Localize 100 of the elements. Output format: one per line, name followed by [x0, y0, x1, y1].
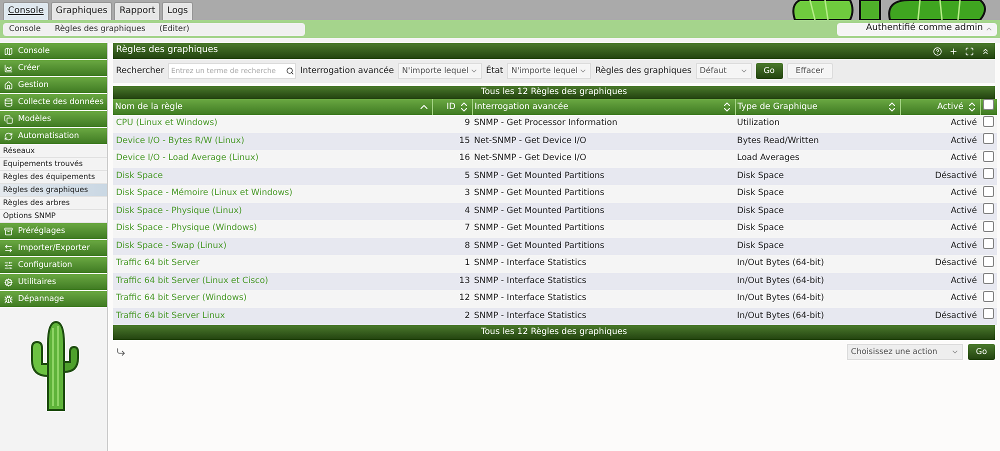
- row-checkbox[interactable]: [983, 150, 994, 162]
- row-checkbox[interactable]: [983, 290, 994, 302]
- sidebar-section[interactable]: Préréglages: [0, 223, 107, 239]
- top-tab[interactable]: Rapport: [114, 2, 160, 20]
- panel-title: Règles des graphiques: [116, 44, 218, 58]
- top-tab[interactable]: Logs: [162, 2, 193, 20]
- sidebar-section[interactable]: Modèles: [0, 111, 107, 127]
- rules-label: Règles des graphiques: [595, 64, 692, 78]
- rule-link[interactable]: Disk Space - Physique (Windows): [116, 223, 257, 234]
- rule-link[interactable]: Traffic 64 bit Server Linux: [116, 310, 226, 321]
- query-label: Interrogation avancée: [300, 64, 394, 78]
- sidebar-section[interactable]: Créer: [0, 60, 107, 76]
- table-cell: 16: [459, 153, 470, 164]
- row-checkbox[interactable]: [983, 186, 994, 197]
- table-cell: In/Out Bytes (64-bit): [737, 293, 824, 304]
- table-cell: Bytes Read/Written: [737, 136, 819, 146]
- table-cell: In/Out Bytes (64-bit): [737, 310, 824, 321]
- rule-link[interactable]: Traffic 64 bit Server: [116, 258, 200, 268]
- row-checkbox[interactable]: [983, 133, 994, 144]
- table-cell: Net-SNMP - Get Device I/O: [474, 153, 586, 164]
- rules-select[interactable]: Défaut: [696, 63, 752, 79]
- fullscreen-icon[interactable]: [965, 46, 974, 56]
- table-cell: Utilization: [737, 118, 780, 128]
- search-icon: [286, 67, 294, 75]
- table-cell: SNMP - Get Mounted Partitions: [474, 240, 604, 251]
- table-cell: 2: [464, 310, 470, 321]
- section-label: Configuration: [18, 259, 72, 271]
- table-cell: SNMP - Get Mounted Partitions: [474, 188, 604, 198]
- table-cell: 5: [464, 170, 470, 181]
- state-select[interactable]: N'importe lequel: [507, 63, 592, 79]
- user-menu[interactable]: Authentifié comme admin: [837, 22, 997, 36]
- bug-icon: [4, 294, 13, 304]
- table-cell: Disk Space: [737, 206, 784, 216]
- table-cell: SNMP - Get Mounted Partitions: [474, 170, 604, 181]
- go-button[interactable]: Go: [756, 63, 783, 79]
- table-cell: 13: [459, 276, 470, 286]
- row-checkbox[interactable]: [983, 203, 994, 214]
- action-select[interactable]: Choisissez une action: [846, 344, 963, 360]
- rule-link[interactable]: Device I/O - Load Average (Linux): [116, 153, 259, 164]
- rule-link[interactable]: Traffic 64 bit Server (Linux et Cisco): [116, 276, 268, 286]
- sidebar-section[interactable]: Configuration: [0, 257, 107, 273]
- table-cell: Désactivé: [934, 258, 977, 268]
- clear-button[interactable]: Effacer: [786, 63, 833, 79]
- action-go-button[interactable]: Go: [968, 344, 995, 360]
- sidebar-section[interactable]: Gestion: [0, 77, 107, 93]
- help-icon[interactable]: [933, 46, 942, 56]
- database-icon: [4, 98, 13, 106]
- arrows-icon: [4, 244, 13, 252]
- row-checkbox[interactable]: [983, 273, 994, 284]
- add-icon[interactable]: [949, 46, 958, 56]
- table-cell: 15: [459, 136, 470, 146]
- table-cell: Activé: [950, 206, 977, 216]
- table-cell: Disk Space: [737, 240, 784, 251]
- chart-icon: [4, 64, 13, 72]
- rule-link[interactable]: Traffic 64 bit Server (Windows): [116, 293, 247, 304]
- breadcrumb-item[interactable]: Règles des graphiques: [54, 23, 146, 35]
- top-tab[interactable]: Console: [3, 2, 49, 20]
- collapse-icon[interactable]: [981, 46, 990, 56]
- table-cell: Disk Space: [737, 223, 784, 234]
- row-checkbox[interactable]: [983, 256, 994, 267]
- query-select[interactable]: N'importe lequel: [398, 63, 482, 79]
- table-cell: Désactivé: [934, 310, 977, 321]
- section-label: Utilitaires: [18, 276, 56, 288]
- rule-link[interactable]: CPU (Linux et Windows): [116, 118, 218, 128]
- sidebar-section[interactable]: Console: [0, 43, 107, 59]
- table-cell: 3: [464, 188, 470, 198]
- breadcrumb-item[interactable]: Console: [9, 23, 41, 35]
- state-label: État: [486, 64, 504, 78]
- sidebar-section[interactable]: Importer/Exporter: [0, 240, 107, 256]
- table-cell: SNMP - Get Mounted Partitions: [474, 206, 604, 216]
- row-checkbox[interactable]: [983, 220, 994, 232]
- table-cell: Désactivé: [934, 170, 977, 181]
- table-cell: Activé: [950, 136, 977, 146]
- gear-icon: [4, 278, 13, 286]
- rule-link[interactable]: Disk Space - Mémoire (Linux et Windows): [116, 188, 292, 198]
- home-icon: [4, 80, 13, 90]
- select-all-checkbox[interactable]: [983, 99, 994, 110]
- row-checkbox[interactable]: [983, 168, 994, 180]
- table-cell: 1: [464, 258, 470, 268]
- section-label: Importer/Exporter: [18, 242, 90, 254]
- sidebar-section[interactable]: Collecte des données: [0, 94, 107, 110]
- rule-link[interactable]: Device I/O - Bytes R/W (Linux): [116, 136, 244, 146]
- breadcrumb-item[interactable]: (Editer): [159, 23, 190, 35]
- sidebar-section[interactable]: Utilitaires: [0, 274, 107, 290]
- sidebar-section[interactable]: Automatisation: [0, 128, 107, 144]
- section-label: Modèles: [18, 113, 52, 125]
- sidebar-section[interactable]: Dépannage: [0, 291, 107, 307]
- row-checkbox[interactable]: [983, 308, 994, 320]
- caret-icon: [579, 67, 588, 75]
- top-tab[interactable]: Graphiques: [50, 2, 112, 20]
- row-checkbox[interactable]: [983, 238, 994, 250]
- rule-link[interactable]: Disk Space - Swap (Linux): [116, 240, 227, 251]
- table-cell: Load Averages: [737, 153, 800, 164]
- table-cell: SNMP - Get Processor Information: [474, 118, 618, 128]
- table-cell: Activé: [950, 293, 977, 304]
- rule-link[interactable]: Disk Space - Physique (Linux): [116, 206, 242, 216]
- rule-link[interactable]: Disk Space: [116, 170, 163, 181]
- row-checkbox[interactable]: [983, 116, 994, 127]
- table-cell: SNMP - Interface Statistics: [474, 276, 586, 286]
- table-cell: 9: [464, 118, 470, 128]
